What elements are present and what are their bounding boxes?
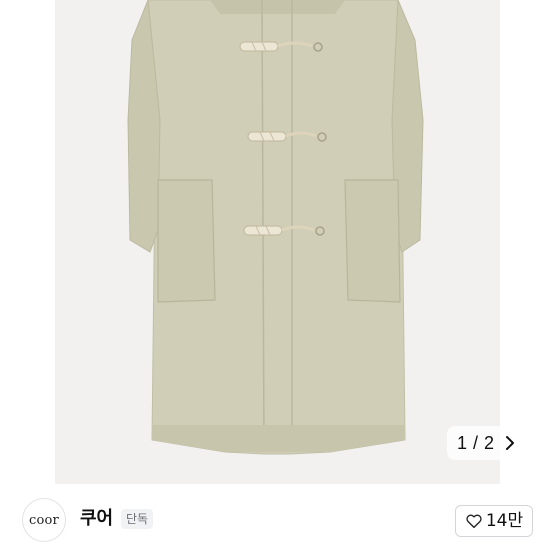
shop-logo-text: coor	[29, 512, 59, 528]
coat-hem	[152, 425, 405, 452]
pager-separator: /	[472, 432, 478, 453]
heart-outline-icon	[466, 514, 482, 529]
shop-name[interactable]: 쿠어	[80, 508, 113, 530]
chevron-right-icon[interactable]	[502, 435, 518, 451]
like-count: 14만	[485, 511, 524, 531]
exclusive-badge: 단독	[121, 509, 154, 529]
coat-collar	[210, 0, 345, 14]
pager-current: 1	[456, 432, 467, 453]
product-detail-screen: 1 / 2 coor 쿠어 단독 14만	[0, 0, 555, 555]
product-image-gallery[interactable]: 1 / 2	[0, 0, 555, 484]
left-pocket	[157, 179, 216, 303]
product-photo-duffle-coat	[127, 0, 424, 455]
like-button[interactable]: 14만	[455, 505, 533, 537]
right-pocket	[344, 179, 401, 303]
pager-total: 2	[483, 432, 494, 453]
shop-logo-avatar[interactable]: coor	[22, 498, 66, 542]
seller-bar: coor 쿠어 단독 14만	[0, 484, 555, 555]
image-pager[interactable]: 1 / 2	[446, 426, 530, 460]
